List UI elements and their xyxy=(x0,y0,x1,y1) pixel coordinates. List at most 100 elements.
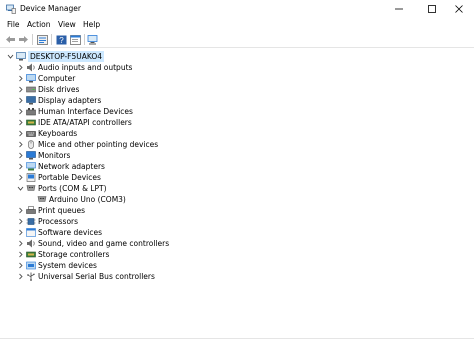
tree-item-system[interactable]: System devices xyxy=(16,260,316,271)
root-label: DESKTOP-F5UAKO4 xyxy=(28,51,105,62)
usb-icon xyxy=(26,272,36,281)
expand-chevron-icon[interactable] xyxy=(16,139,24,150)
toolbar-separator xyxy=(32,34,33,45)
tree-item-monitors[interactable]: Monitors xyxy=(16,150,316,161)
expand-chevron-icon[interactable] xyxy=(16,106,24,117)
sound-controller-icon xyxy=(26,239,36,248)
back-arrow-icon[interactable] xyxy=(4,34,16,45)
expand-chevron-icon[interactable] xyxy=(16,271,24,282)
window-title: Device Manager xyxy=(20,4,81,13)
tree-item-computer[interactable]: Computer xyxy=(16,73,316,84)
tree-item-keyboards[interactable]: Keyboards xyxy=(16,128,316,139)
menu-file[interactable]: File xyxy=(7,19,20,30)
collapse-chevron-icon[interactable] xyxy=(6,51,14,62)
speaker-icon xyxy=(26,63,36,72)
ide-controller-icon xyxy=(26,118,36,127)
collapse-chevron-icon[interactable] xyxy=(16,183,24,194)
expand-chevron-icon[interactable] xyxy=(16,62,24,73)
tree-item-print-queues[interactable]: Print queues xyxy=(16,205,316,216)
scan-hardware-icon[interactable] xyxy=(87,34,99,45)
keyboard-icon xyxy=(26,129,36,138)
tree-root[interactable]: DESKTOP-F5UAKO4 xyxy=(6,51,306,62)
printer-icon xyxy=(26,206,36,215)
tree-item-display-adapters[interactable]: Display adapters xyxy=(16,95,316,106)
menu-view[interactable]: View xyxy=(58,19,76,30)
tree-item-ports[interactable]: Ports (COM & LPT) xyxy=(16,183,316,194)
device-tree[interactable]: DESKTOP-F5UAKO4 Audio inputs and outputs… xyxy=(0,48,474,338)
tree-item-label: Human Interface Devices xyxy=(38,107,133,116)
tree-item-label: System devices xyxy=(38,261,97,270)
expand-chevron-icon[interactable] xyxy=(16,150,24,161)
tree-item-network[interactable]: Network adapters xyxy=(16,161,316,172)
tree-item-sound[interactable]: Sound, video and game controllers xyxy=(16,238,316,249)
mouse-icon xyxy=(26,140,36,149)
toolbar: ? xyxy=(0,32,474,48)
computer-icon xyxy=(26,74,36,83)
tree-item-label: Ports (COM & LPT) xyxy=(38,184,107,193)
disk-drive-icon xyxy=(26,85,36,94)
status-bar-divider xyxy=(0,338,474,339)
storage-controller-icon xyxy=(26,250,36,259)
menu-bar: File Action View Help xyxy=(0,18,474,31)
expand-chevron-icon[interactable] xyxy=(16,260,24,271)
expand-chevron-icon[interactable] xyxy=(16,172,24,183)
port-icon xyxy=(26,184,36,193)
tree-item-hid[interactable]: Human Interface Devices xyxy=(16,106,316,117)
expand-chevron-icon[interactable] xyxy=(16,227,24,238)
device-manager-icon xyxy=(6,4,16,14)
close-button[interactable] xyxy=(444,0,474,18)
maximize-button[interactable] xyxy=(417,0,447,18)
expand-chevron-icon[interactable] xyxy=(16,117,24,128)
processor-icon xyxy=(26,217,36,226)
tree-item-label: Display adapters xyxy=(38,96,102,105)
tree-item-label: Print queues xyxy=(38,206,86,215)
monitor-icon xyxy=(26,151,36,160)
portable-device-icon xyxy=(26,173,36,182)
tree-item-label: Monitors xyxy=(38,151,71,160)
expand-chevron-icon[interactable] xyxy=(16,95,24,106)
expand-chevron-icon[interactable] xyxy=(16,161,24,172)
tree-item-label: Network adapters xyxy=(38,162,105,171)
network-adapter-icon xyxy=(26,162,36,171)
tree-item-label: Audio inputs and outputs xyxy=(38,63,133,72)
display-adapter-icon xyxy=(26,96,36,105)
system-device-icon xyxy=(26,261,36,270)
software-device-icon xyxy=(26,228,36,237)
help-icon[interactable]: ? xyxy=(55,34,67,45)
tree-item-audio[interactable]: Audio inputs and outputs xyxy=(16,62,316,73)
tree-item-label: Keyboards xyxy=(38,129,78,138)
tree-item-disk-drives[interactable]: Disk drives xyxy=(16,84,316,95)
tree-item-portable[interactable]: Portable Devices xyxy=(16,172,316,183)
expand-chevron-icon[interactable] xyxy=(16,205,24,216)
tree-item-ide[interactable]: IDE ATA/ATAPI controllers xyxy=(16,117,316,128)
properties-icon[interactable] xyxy=(36,34,48,45)
tree-item-label: Mice and other pointing devices xyxy=(38,140,159,149)
expand-chevron-icon[interactable] xyxy=(16,216,24,227)
tree-item-processors[interactable]: Processors xyxy=(16,216,316,227)
expand-chevron-icon[interactable] xyxy=(16,128,24,139)
tree-item-label: Universal Serial Bus controllers xyxy=(38,272,155,281)
expand-chevron-icon[interactable] xyxy=(16,84,24,95)
forward-arrow-icon[interactable] xyxy=(17,34,29,45)
properties-sheet-icon[interactable] xyxy=(69,34,81,45)
toolbar-separator xyxy=(84,34,85,45)
tree-item-arduino[interactable]: Arduino Uno (COM3) xyxy=(27,194,327,205)
tree-item-usb[interactable]: Universal Serial Bus controllers xyxy=(16,271,316,282)
port-icon xyxy=(37,195,47,204)
expand-chevron-icon[interactable] xyxy=(16,73,24,84)
tree-item-storage[interactable]: Storage controllers xyxy=(16,249,316,260)
tree-item-label: Storage controllers xyxy=(38,250,110,259)
title-bar[interactable]: Device Manager xyxy=(0,0,474,18)
expand-chevron-icon[interactable] xyxy=(16,238,24,249)
tree-item-mice[interactable]: Mice and other pointing devices xyxy=(16,139,316,150)
toolbar-separator xyxy=(51,34,52,45)
computer-icon xyxy=(16,52,26,61)
minimize-button[interactable] xyxy=(384,0,414,18)
tree-item-label: Software devices xyxy=(38,228,102,237)
tree-item-software[interactable]: Software devices xyxy=(16,227,316,238)
menu-help[interactable]: Help xyxy=(83,19,100,30)
menu-action[interactable]: Action xyxy=(27,19,51,30)
tree-item-label: IDE ATA/ATAPI controllers xyxy=(38,118,132,127)
hid-icon xyxy=(26,107,36,116)
expand-chevron-icon[interactable] xyxy=(16,249,24,260)
